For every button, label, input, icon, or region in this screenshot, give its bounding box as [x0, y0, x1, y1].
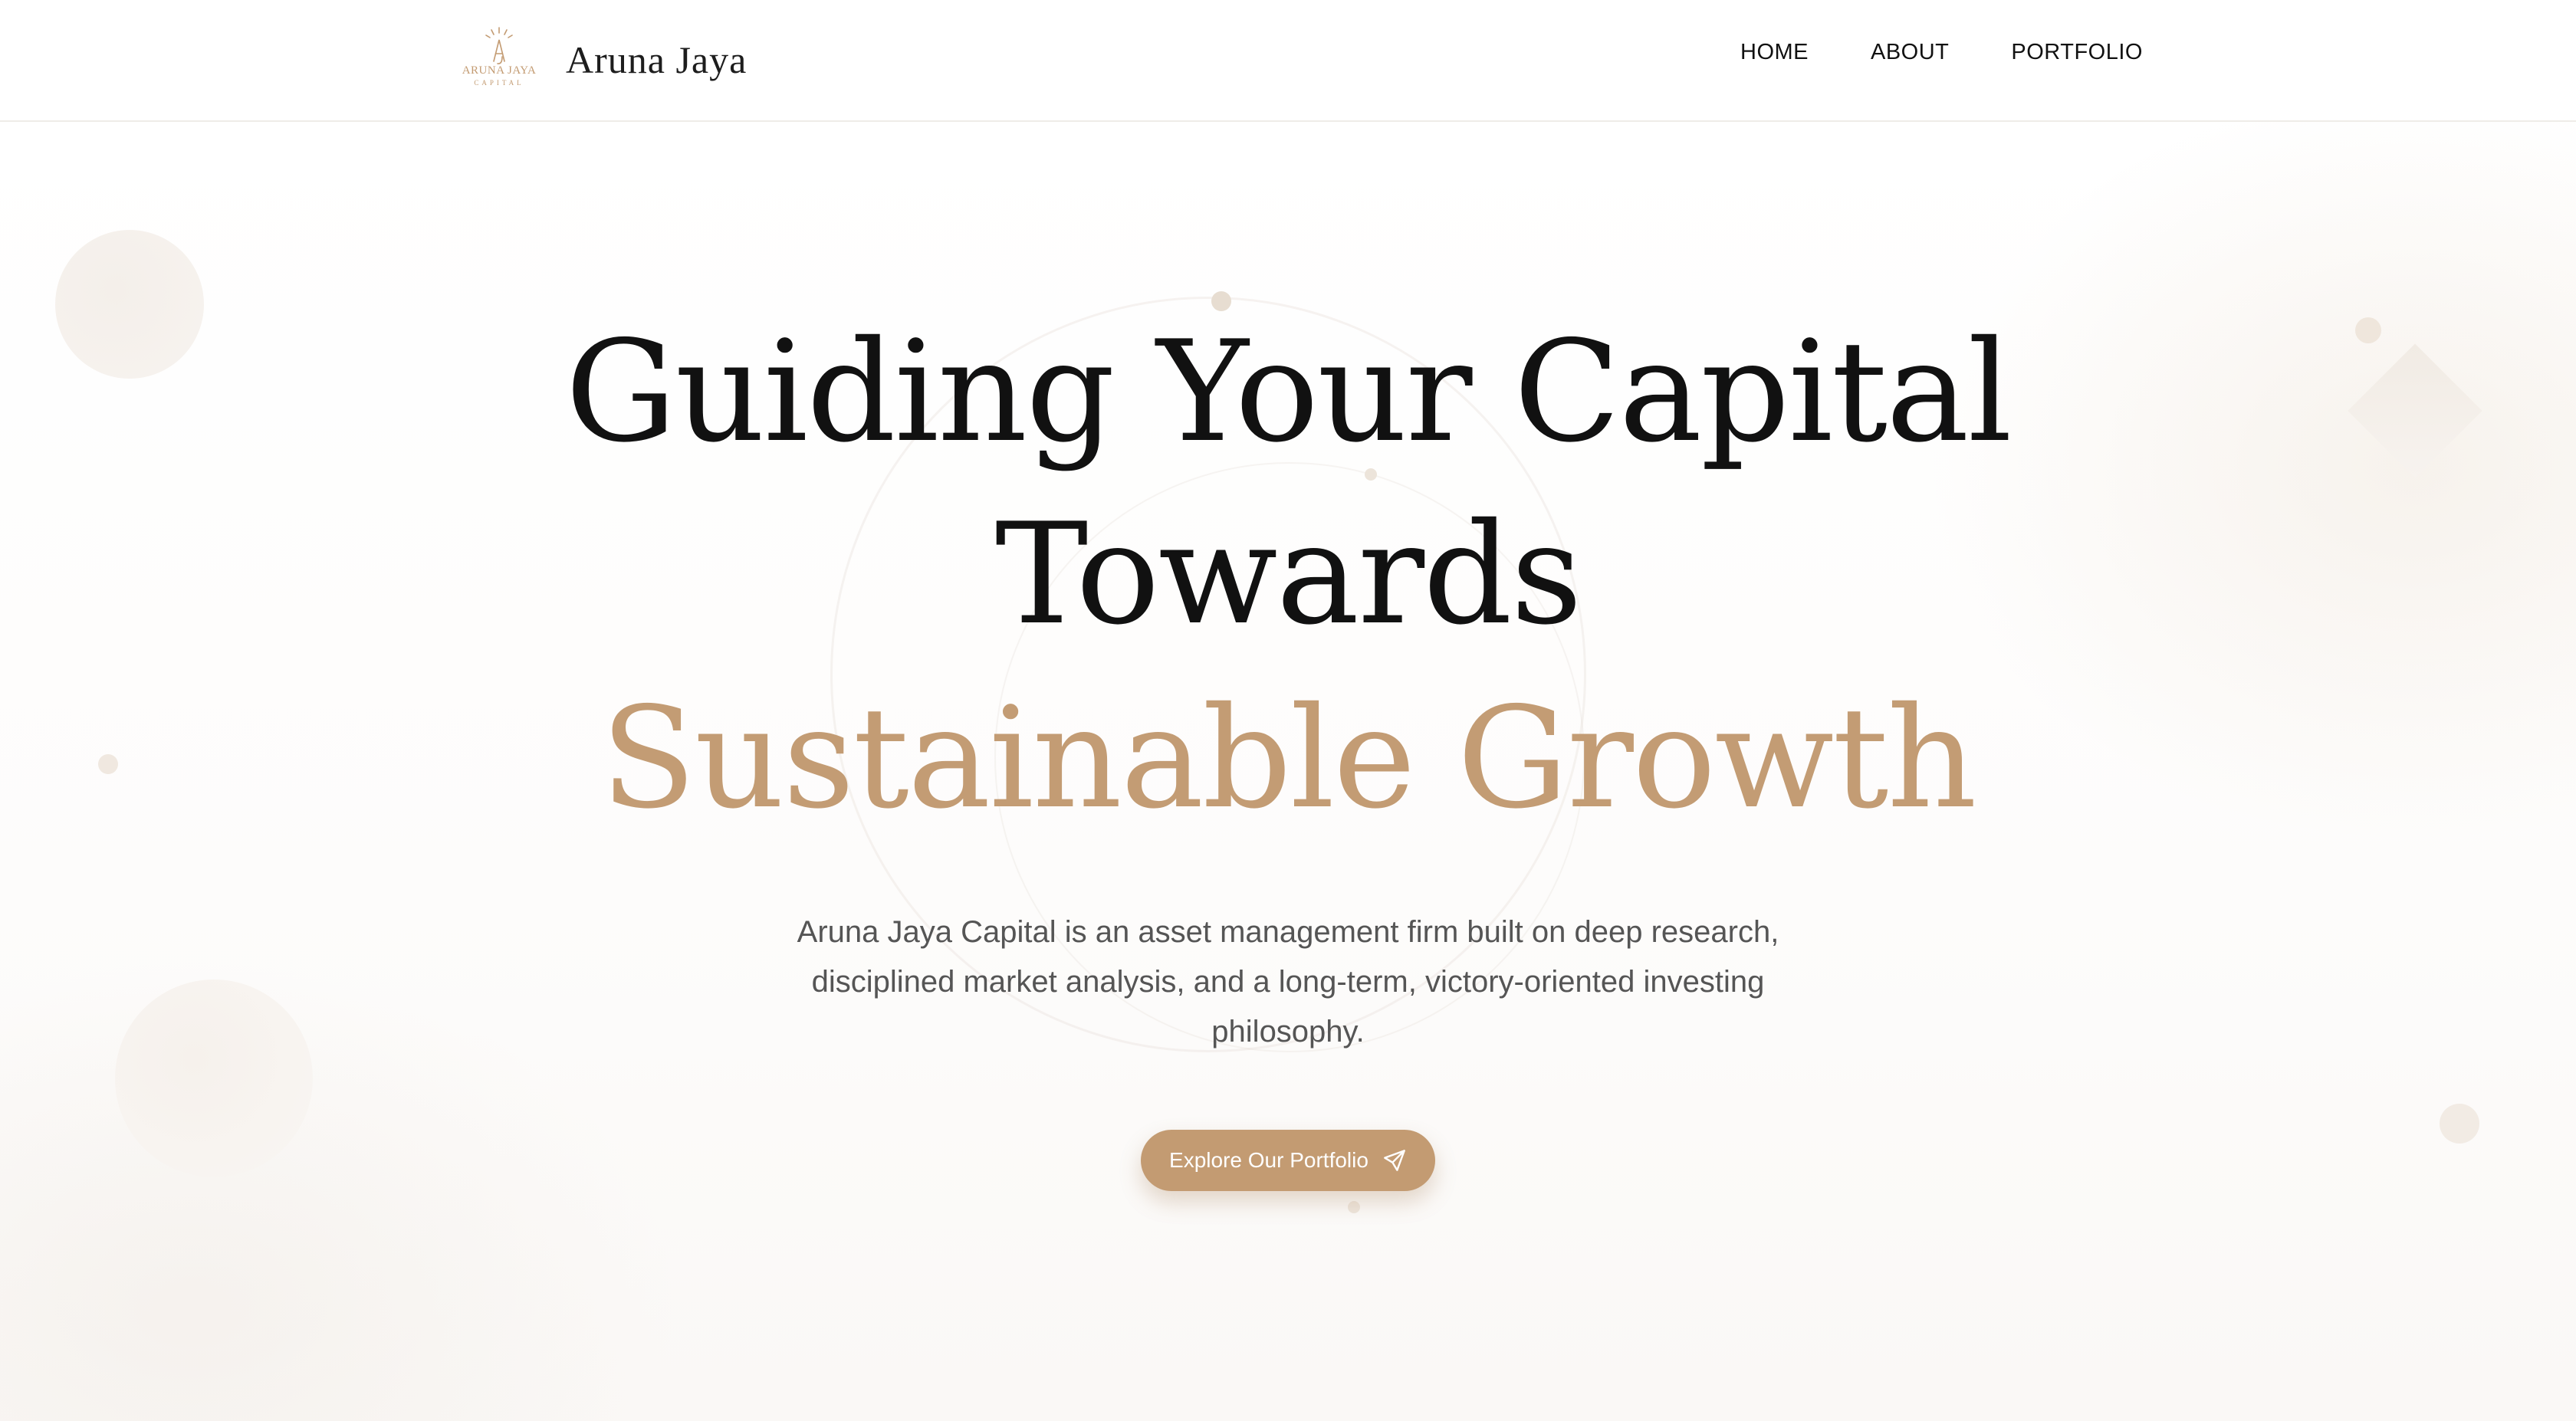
hero-headline-line-1: Guiding Your Capital	[565, 310, 2012, 473]
hero-headline-accent: Sustainable Growth	[600, 677, 1976, 839]
explore-portfolio-button[interactable]: Explore Our Portfolio	[1141, 1130, 1435, 1191]
decorative-dot	[1211, 291, 1231, 311]
page: ARUNA JAYA CAPITAL Aruna Jaya HOME ABOUT…	[0, 0, 2576, 1421]
nav-item-portfolio[interactable]: PORTFOLIO	[2011, 40, 2143, 65]
cta-label: Explore Our Portfolio	[1169, 1148, 1368, 1172]
decorative-dot	[2440, 1104, 2479, 1144]
nav-item-home[interactable]: HOME	[1740, 40, 1809, 65]
logo-wordmark: ARUNA JAYA	[462, 64, 537, 77]
logo-wordmark-sub: CAPITAL	[474, 79, 524, 87]
hero-subtitle: Aruna Jaya Capital is an asset managemen…	[797, 915, 1779, 1049]
main-nav: HOME ABOUT PORTFOLIO	[1740, 40, 2143, 65]
brand-home-link[interactable]: ARUNA JAYA CAPITAL Aruna Jaya	[458, 23, 747, 97]
decorative-dot	[1348, 1201, 1360, 1213]
nav-item-about[interactable]: ABOUT	[1871, 40, 1949, 65]
decorative-circle	[115, 980, 313, 1177]
paper-plane-icon	[1384, 1150, 1405, 1171]
brand-logo: ARUNA JAYA CAPITAL	[458, 23, 540, 97]
sun-logo-icon	[485, 27, 513, 64]
site-header: ARUNA JAYA CAPITAL Aruna Jaya HOME ABOUT…	[0, 0, 2576, 122]
brand-name: Aruna Jaya	[566, 38, 748, 81]
hero-headline-line-2: Towards	[994, 493, 1582, 655]
